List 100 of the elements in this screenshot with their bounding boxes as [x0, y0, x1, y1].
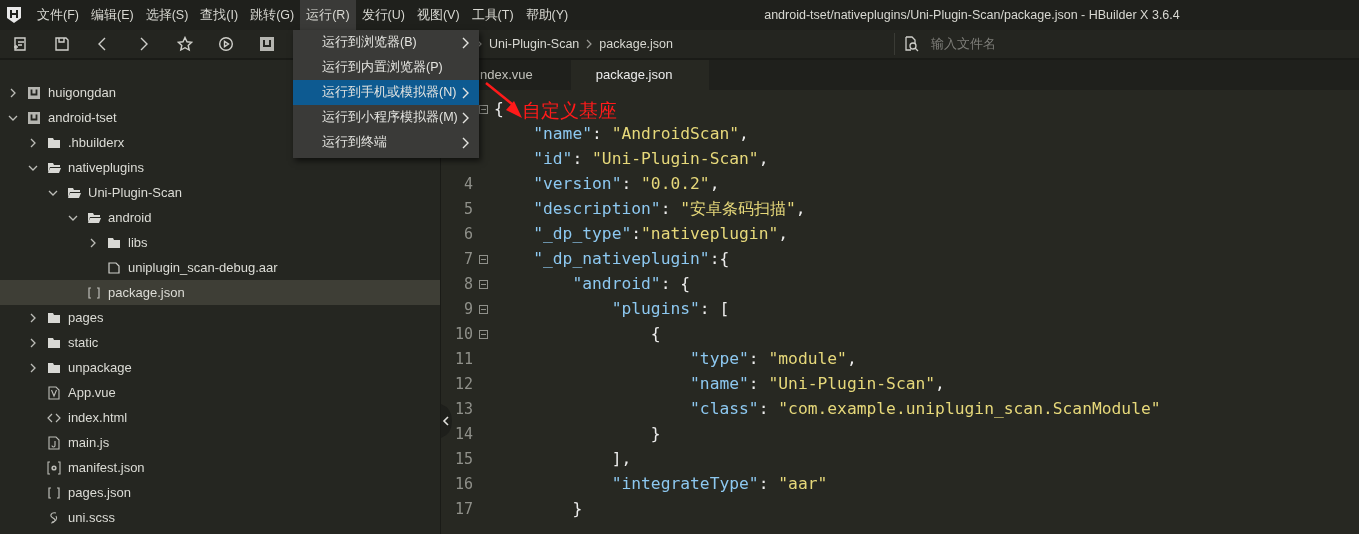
menu-item[interactable]: 编辑(E)	[84, 0, 140, 30]
collapse-handle[interactable]	[439, 404, 453, 438]
line-number: 16	[454, 475, 473, 494]
tree-item[interactable]: main.js	[0, 430, 440, 455]
line-number: 5	[463, 200, 473, 219]
folder-icon	[47, 310, 61, 325]
menu-item[interactable]: 跳转(G)	[244, 0, 301, 30]
line-number: 7	[463, 250, 473, 269]
line-number: 13	[454, 400, 473, 419]
project-icon[interactable]	[259, 36, 275, 52]
code-line: "_dp_nativeplugin":{	[532, 248, 730, 271]
folder-icon	[107, 235, 121, 250]
code-line: "name": "AndroidScan",	[532, 123, 749, 146]
folder-icon	[87, 210, 101, 225]
menu-item[interactable]: 运行(R)	[300, 0, 356, 30]
code-line: "_dp_type":"nativeplugin",	[532, 223, 789, 246]
menu-item[interactable]: 发行(U)	[355, 0, 411, 30]
tree-item[interactable]: pages.json	[0, 480, 440, 505]
code-line: "type": "module",	[689, 348, 857, 371]
tree-item[interactable]: manifest.json	[0, 455, 440, 480]
annotation-arrow	[484, 82, 524, 120]
tree-item[interactable]: uni.scss	[0, 505, 440, 530]
play-icon[interactable]	[218, 36, 234, 52]
code-line: "integrateType": "aar"	[610, 473, 828, 496]
settings-file-icon	[47, 460, 61, 475]
code-line: "name": "Uni-Plugin-Scan",	[689, 373, 945, 396]
menu-item[interactable]: 视图(V)	[410, 0, 466, 30]
chevron-right-icon[interactable]	[28, 312, 38, 323]
line-number: 8	[463, 275, 473, 294]
chevron-right-icon[interactable]	[28, 337, 38, 348]
line-number: 12	[454, 375, 473, 394]
line-number: 10	[454, 325, 473, 344]
logo-icon	[6, 6, 22, 24]
fold-icon[interactable]	[479, 305, 488, 314]
code-line: {	[649, 323, 661, 346]
star-icon[interactable]	[177, 36, 193, 52]
menu-item[interactable]: 运行到内置浏览器(P)	[293, 55, 479, 80]
vue-file-icon	[47, 385, 61, 400]
fold-icon[interactable]	[479, 105, 488, 114]
fold-icon[interactable]	[479, 280, 488, 289]
code-line: "plugins": [	[610, 298, 730, 321]
chevron-right-icon[interactable]	[28, 137, 38, 148]
window-title: android-tset/nativeplugins/Uni-Plugin-Scan/package.json - HBuilder X 3.6.4	[764, 6, 1180, 24]
fold-icon[interactable]	[479, 330, 488, 339]
new-file-icon[interactable]	[13, 36, 29, 52]
breadcrumb-item[interactable]: package.json	[599, 34, 673, 54]
folder-icon	[67, 185, 81, 200]
line-number: 9	[463, 300, 473, 319]
code-line: ],	[610, 448, 632, 471]
line-number: 15	[454, 450, 473, 469]
search-field[interactable]: 输入文件名	[929, 33, 1229, 55]
chevron-right-icon[interactable]	[88, 237, 98, 248]
tree-item[interactable]: unpackage	[0, 355, 440, 380]
chevron-right-icon[interactable]	[8, 87, 18, 98]
code-line: "class": "com.example.uniplugin_scan.ScanModule"	[689, 398, 1161, 421]
menu-item[interactable]: 帮助(Y)	[519, 0, 575, 30]
code-line: }	[571, 498, 583, 521]
code-line: "version": "0.0.2",	[532, 173, 720, 196]
tree-item[interactable]: static	[0, 330, 440, 355]
project-icon	[27, 110, 41, 125]
line-number: 6	[463, 225, 473, 244]
menu-item[interactable]: 工具(T)	[465, 0, 520, 30]
save-icon[interactable]	[54, 36, 70, 52]
json-file-icon	[87, 285, 101, 300]
folder-icon	[47, 360, 61, 375]
editor-tab[interactable]: package.json	[570, 60, 710, 90]
file-icon	[107, 260, 121, 275]
tree-item[interactable]: uniplugin_scan-debug.aar	[0, 255, 440, 280]
chevron-right-icon[interactable]	[28, 362, 38, 373]
js-file-icon	[47, 435, 61, 450]
tree-item[interactable]: pages	[0, 305, 440, 330]
annotation-text: 自定义基座	[522, 101, 617, 120]
menu-item[interactable]: 运行到浏览器(B)	[293, 30, 479, 55]
fold-icon[interactable]	[479, 255, 488, 264]
menu-item[interactable]: 查找(I)	[194, 0, 245, 30]
folder-icon	[47, 160, 61, 175]
menu-item[interactable]: 选择(S)	[139, 0, 195, 30]
menu-item[interactable]: 文件(F)	[31, 0, 85, 30]
code-line: }	[649, 423, 661, 446]
tree-item[interactable]: Uni-Plugin-Scan	[0, 180, 440, 205]
tree-item[interactable]: nativeplugins	[0, 155, 440, 180]
file-search-icon	[903, 36, 919, 52]
code-line: "android": {	[571, 273, 691, 296]
tree-item[interactable]: libs	[0, 230, 440, 255]
line-number: 11	[454, 350, 473, 369]
tree-item[interactable]: App.vue	[0, 380, 440, 405]
menu-item[interactable]: 运行到终端	[293, 130, 479, 155]
folder-icon	[47, 135, 61, 150]
code-line: "description": "安卓条码扫描",	[532, 198, 806, 221]
json-file-icon	[47, 485, 61, 500]
tree-item[interactable]: index.html	[0, 405, 440, 430]
breadcrumb-item[interactable]: Uni-Plugin-Scan	[489, 34, 580, 54]
menu-item[interactable]: 运行到手机或模拟器(N)	[293, 80, 479, 105]
tree-item[interactable]: package.json	[0, 280, 440, 305]
project-icon	[27, 85, 41, 100]
menu-item[interactable]: 运行到小程序模拟器(M)	[293, 105, 479, 130]
line-number: 17	[454, 500, 473, 519]
folder-icon	[47, 335, 61, 350]
chevron-icon	[585, 39, 594, 49]
tree-item[interactable]: android	[0, 205, 440, 230]
